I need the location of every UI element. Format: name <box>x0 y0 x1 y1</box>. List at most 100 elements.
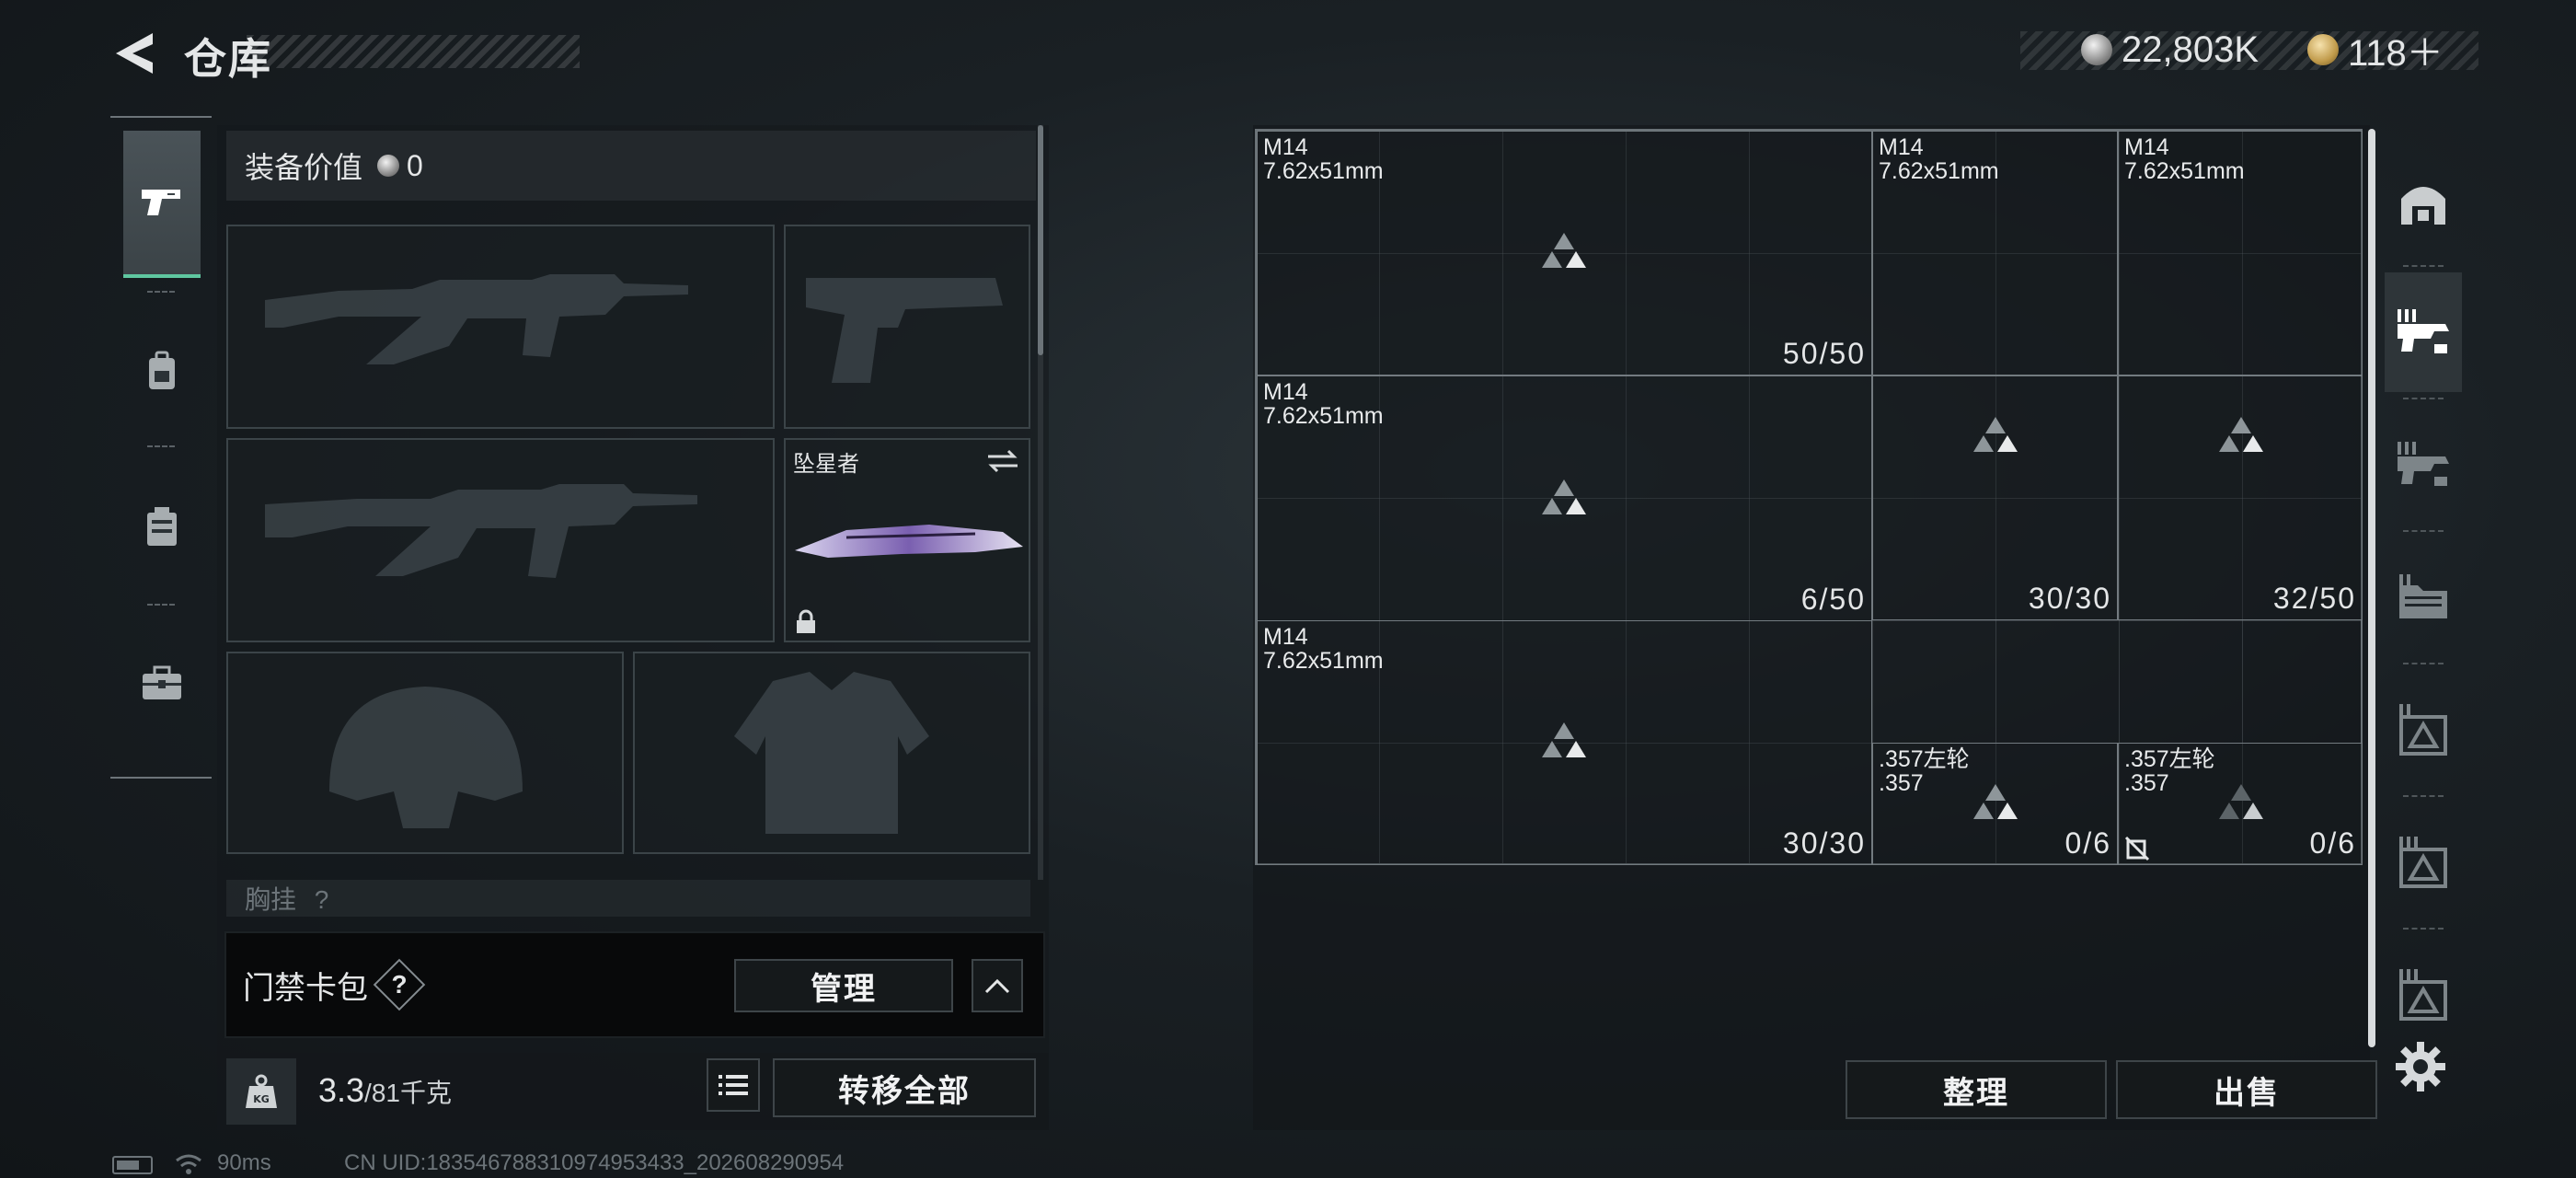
item-count: 0/6 <box>2064 826 2111 860</box>
no-ammo-icon <box>2124 836 2150 861</box>
uid-display: CN UID:18354678831097495343​3_2026082909… <box>344 1150 845 1175</box>
item-count: 6/50 <box>1800 583 1866 616</box>
pistol-silhouette-icon <box>806 278 1003 383</box>
carry-weight-current: 3.3 <box>318 1071 365 1109</box>
battery-icon <box>112 1156 153 1174</box>
assault-rifle-silhouette-icon <box>265 484 697 578</box>
item-caliber: 7.62x51mm <box>2124 158 2245 184</box>
backpack-icon <box>149 351 175 389</box>
equipment-value: 0 <box>407 148 423 182</box>
item-caliber: 7.62x51mm <box>1879 158 1999 184</box>
collapse-button[interactable] <box>972 959 1023 1012</box>
placeholder-triangles-icon <box>2219 417 2263 452</box>
svg-text:KG: KG <box>253 1093 270 1105</box>
rail-containers[interactable] <box>2385 537 2462 657</box>
list-view-button[interactable] <box>707 1058 760 1112</box>
assault-rifle-silhouette-icon <box>265 274 688 364</box>
tab-backpack[interactable] <box>123 298 201 445</box>
wifi-icon <box>176 1154 201 1174</box>
ping-display: 90ms <box>217 1150 271 1175</box>
primary-weapon-slot-1[interactable] <box>226 225 775 429</box>
kg-weight-icon: KG <box>246 1074 277 1108</box>
sort-button[interactable]: 整理 <box>1846 1060 2107 1119</box>
chest-rig-label: 胸挂 <box>245 885 297 914</box>
sidearm-slot[interactable] <box>784 225 1030 429</box>
item-name: M14 <box>1263 624 1308 650</box>
item-caliber: .357 <box>2124 770 2169 796</box>
silver-coin-icon <box>2081 34 2112 65</box>
item-count: 32/50 <box>2272 582 2356 615</box>
supply-crate-icon <box>2399 704 2447 756</box>
pistol-icon <box>142 190 180 215</box>
weapon-box-icon <box>2398 309 2449 353</box>
rail-weapons-1[interactable] <box>2385 272 2462 392</box>
equipment-scrollbar[interactable] <box>1038 125 1043 355</box>
armor-slot[interactable] <box>633 652 1030 854</box>
weapon-box-icon <box>2398 442 2449 486</box>
manage-button[interactable]: 管理 <box>734 959 953 1012</box>
equipment-value-label: 装备价值 <box>245 151 363 184</box>
swap-icon[interactable] <box>984 447 1021 475</box>
transfer-all-button[interactable]: 转移全部 <box>773 1058 1036 1117</box>
list-icon <box>719 1075 748 1095</box>
storage-item-m14[interactable]: M14 7.62x51mm 50/50 <box>1257 131 1872 375</box>
rail-supplies-2[interactable] <box>2385 803 2462 922</box>
helmet-slot[interactable] <box>226 652 624 854</box>
placeholder-triangles-icon <box>1973 784 2018 819</box>
rail-weapons-2[interactable] <box>2385 405 2462 525</box>
item-caliber: 7.62x51mm <box>1263 403 1384 429</box>
silver-currency[interactable]: 22,803K <box>2081 28 2259 72</box>
item-count: 30/30 <box>1782 826 1866 860</box>
item-name: .357左轮 <box>2124 746 2215 772</box>
keycard-pack-label: 门禁卡包 <box>243 971 368 1006</box>
storage-category-rail <box>2385 125 2462 1126</box>
armor-silhouette-icon <box>734 672 929 834</box>
storage-arch-icon <box>2401 187 2445 225</box>
placeholder-triangles-icon <box>1542 479 1586 514</box>
item-name: M14 <box>2124 134 2169 160</box>
storage-item-m14[interactable]: M14 7.62x51mm 30/30 <box>1257 620 1872 865</box>
storage-item-ammo[interactable]: 30/30 <box>1872 375 2118 620</box>
item-name: M14 <box>1879 134 1924 160</box>
item-caliber: 7.62x51mm <box>1263 158 1384 184</box>
settings-button[interactable] <box>2392 1038 2449 1095</box>
item-caliber: 7.62x51mm <box>1263 648 1384 674</box>
help-button[interactable]: ? <box>381 966 418 1003</box>
tab-weapons[interactable] <box>123 131 201 278</box>
lock-icon <box>797 609 815 633</box>
placeholder-triangles-icon <box>1542 722 1586 757</box>
storage-item-m14[interactable]: M14 7.62x51mm <box>2118 131 2363 375</box>
item-count: 30/30 <box>2028 582 2111 615</box>
page-title: 仓库 <box>184 35 272 83</box>
melee-slot[interactable]: 坠星者 <box>784 438 1030 642</box>
storage-item-357-revolver[interactable]: .357左轮 .357 0/6 <box>1872 743 2118 865</box>
rail-supplies-1[interactable] <box>2385 670 2462 790</box>
item-count: 50/50 <box>1782 337 1866 370</box>
chest-rig-row[interactable]: 胸挂 ? <box>226 880 1030 917</box>
melee-item-name: 坠星者 <box>793 452 859 477</box>
carry-weight: 3.3/81千克 <box>318 1071 452 1110</box>
gold-currency[interactable]: 118＋ <box>2307 28 2444 74</box>
supply-crate-icon <box>2399 969 2447 1021</box>
storage-scrollbar[interactable] <box>2368 129 2375 1047</box>
chest-rig-icon <box>147 507 177 546</box>
primary-weapon-slot-2[interactable] <box>226 438 775 642</box>
tab-tools[interactable] <box>123 609 201 756</box>
storage-item-357-revolver[interactable]: .357左轮 .357 0/6 <box>2118 743 2363 865</box>
weight-icon-box: KG <box>226 1058 296 1125</box>
helmet-silhouette-icon <box>329 687 523 828</box>
item-caliber: .357 <box>1879 770 1924 796</box>
placeholder-triangles-icon <box>2219 784 2263 819</box>
placeholder-triangles-icon <box>1542 233 1586 268</box>
chevron-up-icon <box>984 978 1010 994</box>
rail-supplies-3[interactable] <box>2385 935 2462 1055</box>
item-count: 0/6 <box>2309 826 2356 860</box>
back-button[interactable] <box>109 28 160 79</box>
sell-button[interactable]: 出售 <box>2116 1060 2377 1119</box>
storage-item-m14[interactable]: M14 7.62x51mm 6/50 <box>1257 375 1872 621</box>
folder-icon <box>2399 574 2447 618</box>
rail-all-storage[interactable] <box>2385 144 2462 263</box>
storage-item-m14[interactable]: M14 7.62x51mm <box>1872 131 2118 375</box>
storage-item-ammo[interactable]: 32/50 <box>2118 375 2363 620</box>
tab-chest-rig[interactable] <box>123 453 201 600</box>
